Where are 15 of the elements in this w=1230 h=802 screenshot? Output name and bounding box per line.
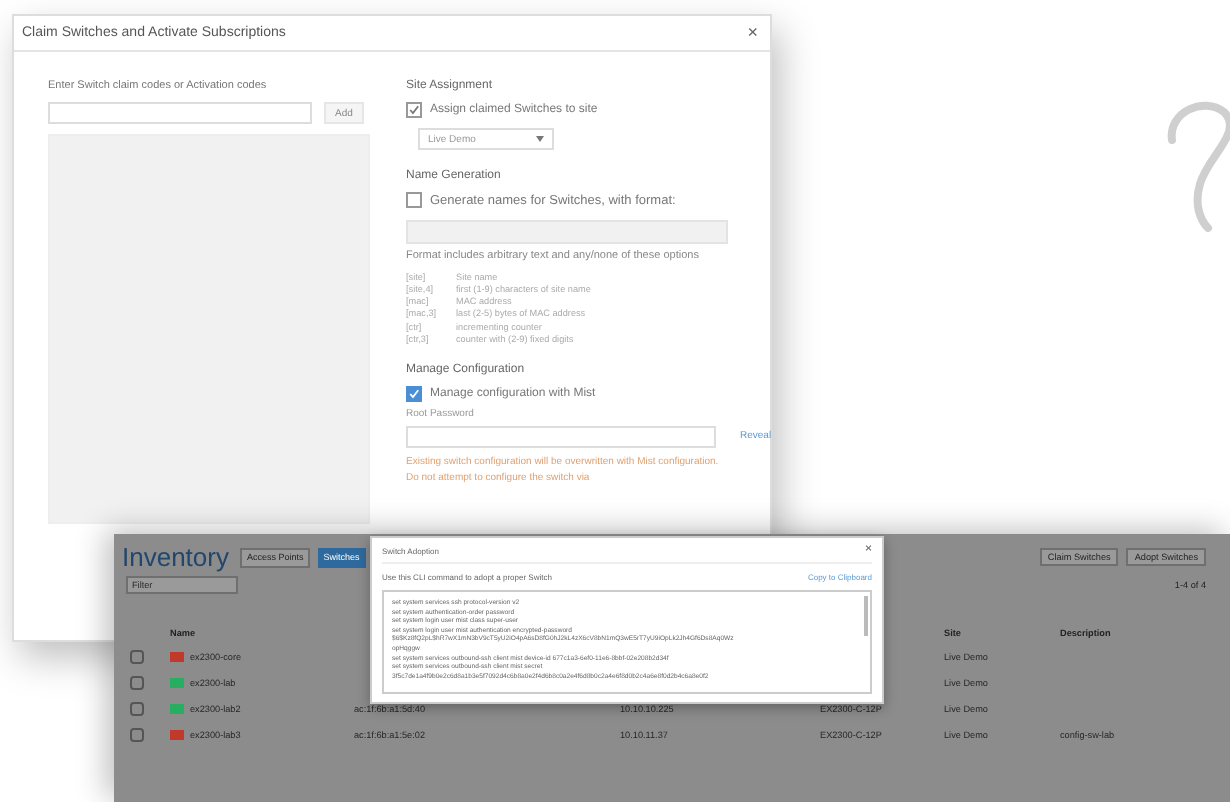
- row-checkbox[interactable]: [130, 728, 144, 742]
- checkbox[interactable]: [406, 385, 422, 402]
- row-checkbox[interactable]: [130, 702, 144, 716]
- claim-code-field[interactable]: [48, 102, 312, 124]
- checkbox[interactable]: [406, 102, 422, 118]
- row-checkbox[interactable]: [130, 676, 144, 690]
- page-title: Inventory: [122, 542, 229, 572]
- command-box[interactable]: [382, 590, 872, 694]
- row-checkbox[interactable]: [130, 650, 144, 664]
- curve-drawing: [1164, 96, 1230, 236]
- close-button[interactable]: ×: [747, 22, 758, 42]
- scrollbar[interactable]: [864, 596, 868, 636]
- checkbox[interactable]: [406, 192, 422, 208]
- caret-icon: [536, 136, 544, 142]
- password-field[interactable]: [406, 425, 716, 448]
